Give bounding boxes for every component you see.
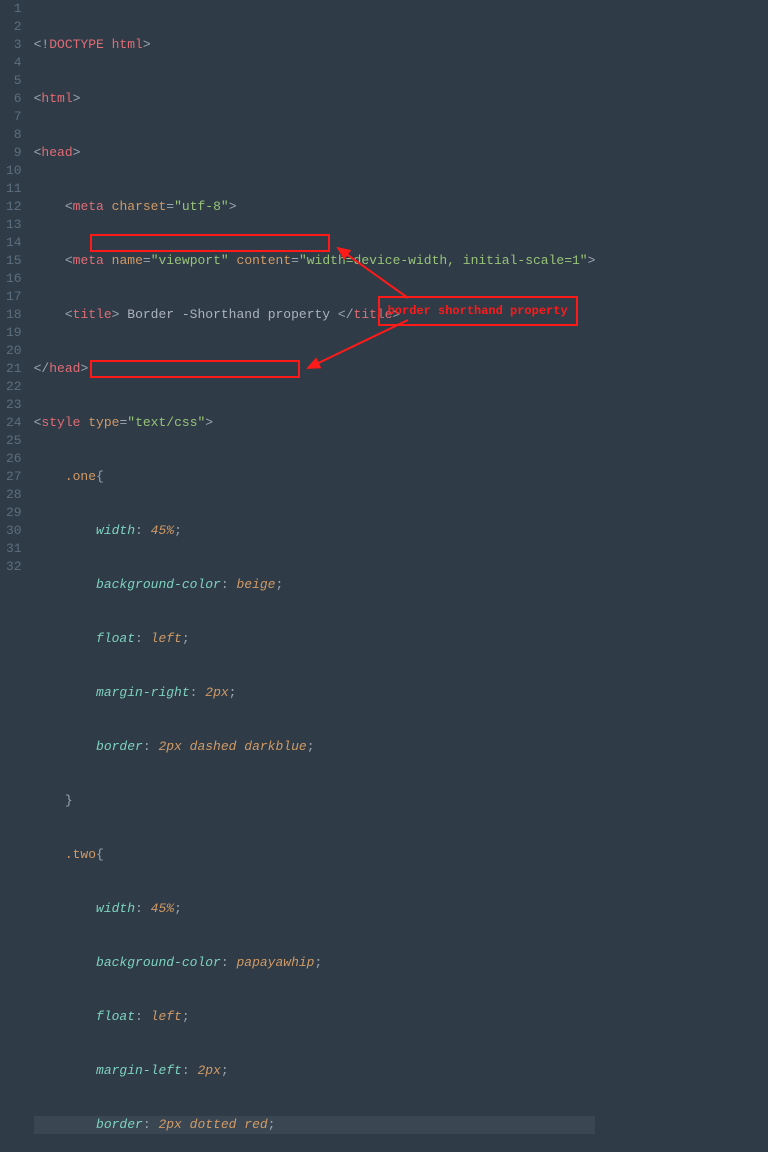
line-number: 15 — [6, 252, 22, 270]
line-number: 23 — [6, 396, 22, 414]
code-line: float: left; — [34, 630, 596, 648]
code-line: float: left; — [34, 1008, 596, 1026]
line-number: 30 — [6, 522, 22, 540]
line-number: 17 — [6, 288, 22, 306]
line-number-gutter: 1234567891011121314151617181920212223242… — [0, 0, 30, 576]
line-number: 8 — [6, 126, 22, 144]
line-number: 2 — [6, 18, 22, 36]
line-number: 9 — [6, 144, 22, 162]
line-number: 7 — [6, 108, 22, 126]
code-line: <!DOCTYPE html> — [34, 36, 596, 54]
code-line: background-color: papayawhip; — [34, 954, 596, 972]
line-number: 26 — [6, 450, 22, 468]
code-line: border: 2px dashed darkblue; — [34, 738, 596, 756]
code-line: <style type="text/css"> — [34, 414, 596, 432]
code-line: .two{ — [34, 846, 596, 864]
code-line: <html> — [34, 90, 596, 108]
code-line: } — [34, 792, 596, 810]
line-number: 1 — [6, 0, 22, 18]
code-line: </head> — [34, 360, 596, 378]
code-line: <meta charset="utf-8"> — [34, 198, 596, 216]
line-number: 14 — [6, 234, 22, 252]
line-number: 13 — [6, 216, 22, 234]
code-line: <meta name="viewport" content="width=dev… — [34, 252, 596, 270]
line-number: 11 — [6, 180, 22, 198]
code-line: margin-right: 2px; — [34, 684, 596, 702]
line-number: 29 — [6, 504, 22, 522]
line-number: 25 — [6, 432, 22, 450]
annotation-label: border shorthand property — [378, 296, 578, 326]
line-number: 21 — [6, 360, 22, 378]
code-line-highlighted: border: 2px dotted red; — [34, 1116, 596, 1134]
code-line: margin-left: 2px; — [34, 1062, 596, 1080]
line-number: 10 — [6, 162, 22, 180]
code-editor: 1234567891011121314151617181920212223242… — [0, 0, 768, 576]
line-number: 3 — [6, 36, 22, 54]
annotation-arrows — [30, 0, 768, 576]
line-number: 24 — [6, 414, 22, 432]
line-number: 6 — [6, 90, 22, 108]
line-number: 20 — [6, 342, 22, 360]
line-number: 4 — [6, 54, 22, 72]
code-line: <head> — [34, 144, 596, 162]
line-number: 12 — [6, 198, 22, 216]
line-number: 31 — [6, 540, 22, 558]
line-number: 19 — [6, 324, 22, 342]
line-number: 16 — [6, 270, 22, 288]
code-area[interactable]: <!DOCTYPE html> <html> <head> <meta char… — [30, 0, 596, 576]
line-number: 28 — [6, 486, 22, 504]
line-number: 5 — [6, 72, 22, 90]
line-number: 27 — [6, 468, 22, 486]
line-number: 32 — [6, 558, 22, 576]
code-line: .one{ — [34, 468, 596, 486]
code-line: width: 45%; — [34, 900, 596, 918]
code-line: background-color: beige; — [34, 576, 596, 594]
code-line: width: 45%; — [34, 522, 596, 540]
line-number: 18 — [6, 306, 22, 324]
line-number: 22 — [6, 378, 22, 396]
highlight-box-line14 — [90, 234, 330, 252]
